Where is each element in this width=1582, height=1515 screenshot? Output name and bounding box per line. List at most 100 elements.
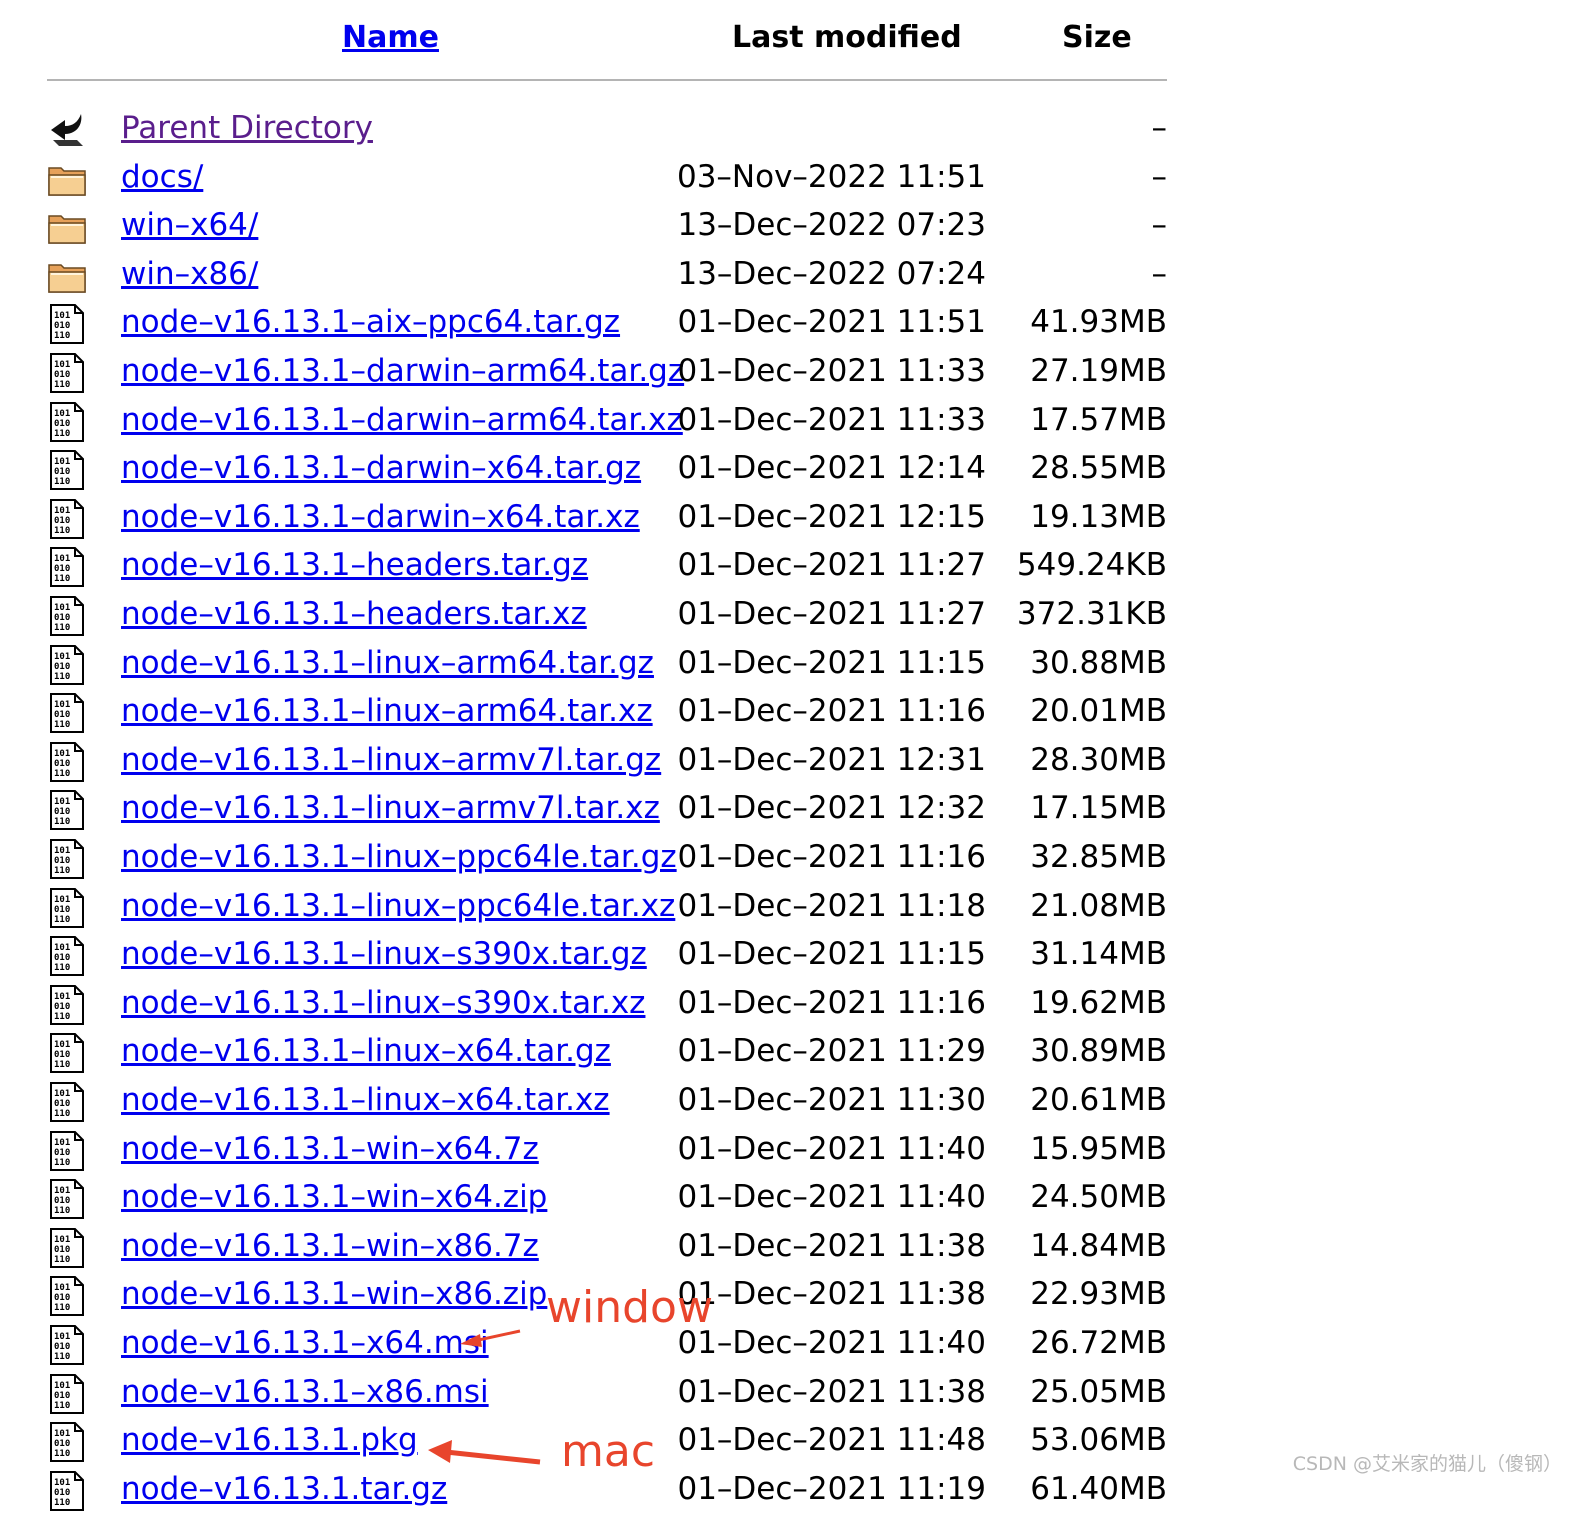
last-modified: 01–Dec–2021 11:33 xyxy=(677,353,986,389)
file-link[interactable]: node–v16.13.1.tar.gz xyxy=(121,1469,447,1509)
folder-icon xyxy=(47,207,87,247)
binary-file-icon: 101 010 110 xyxy=(47,1325,87,1365)
file-link[interactable]: node–v16.13.1–linux–arm64.tar.gz xyxy=(121,643,654,683)
file-listing: Parent Directory – docs/03–Nov–2022 11:51 –… xyxy=(0,0,1200,1511)
file-link[interactable]: node–v16.13.1–x64.msi xyxy=(121,1323,489,1363)
table-row: 101 010 110 node–v16.13.1–darwin–arm64.tar.… xyxy=(0,398,1200,446)
file-link[interactable]: node–v16.13.1–win–x64.zip xyxy=(121,1177,547,1217)
folder-icon xyxy=(47,159,87,199)
last-modified: 13–Dec–2022 07:23 xyxy=(677,207,986,244)
svg-text:010: 010 xyxy=(54,467,70,477)
svg-text:110: 110 xyxy=(54,1449,70,1459)
last-modified: 01–Dec–2021 11:18 xyxy=(677,887,986,924)
file-link[interactable]: node–v16.13.1–win–x86.7z xyxy=(121,1226,539,1266)
file-link[interactable]: node–v16.13.1–darwin–arm64.tar.gz xyxy=(121,351,684,391)
file-link[interactable]: node–v16.13.1–linux–armv7l.tar.gz xyxy=(121,740,661,780)
svg-text:010: 010 xyxy=(54,662,70,672)
table-row: 101 010 110 node–v16.13.1–linux–arm64.tar.x… xyxy=(0,689,1200,737)
last-modified: 01–Dec–2021 11:15 xyxy=(677,936,986,973)
file-size: 372.31KB xyxy=(1016,596,1167,632)
file-link[interactable]: docs/ xyxy=(121,157,203,197)
file-link[interactable]: node–v16.13.1–win–x86.zip xyxy=(121,1274,547,1314)
file-link[interactable]: node–v16.13.1–linux–arm64.tar.xz xyxy=(121,691,653,731)
table-row: 101 010 110 node–v16.13.1–darwin–x64.tar.xz… xyxy=(0,495,1200,543)
svg-text:101: 101 xyxy=(54,1429,70,1439)
svg-text:010: 010 xyxy=(54,613,70,623)
file-link[interactable]: node–v16.13.1–linux–armv7l.tar.xz xyxy=(121,788,660,828)
table-row: 101 010 110 node–v16.13.1–x86.msi 01–Dec–202… xyxy=(0,1370,1200,1418)
svg-text:110: 110 xyxy=(54,1158,70,1168)
last-modified: 01–Dec–2021 11:19 xyxy=(677,1470,986,1507)
binary-file-icon: 101 010 110 xyxy=(47,1033,87,1074)
table-row: 101 010 110 node–v16.13.1–win–x86.7z 01–Dec–… xyxy=(0,1224,1200,1272)
watermark: CSDN @艾米家的猫儿（傻钢） xyxy=(1292,1453,1562,1475)
folder-icon xyxy=(47,256,87,296)
table-row: 101 010 110 node–v16.13.1–linux–s390x.tar.x… xyxy=(0,981,1200,1029)
file-link[interactable]: node–v16.13.1–headers.tar.xz xyxy=(121,594,587,634)
file-link[interactable]: node–v16.13.1–darwin–x64.tar.gz xyxy=(121,448,641,488)
svg-text:101: 101 xyxy=(54,457,70,467)
file-link[interactable]: node–v16.13.1–aix–ppc64.tar.gz xyxy=(121,302,620,342)
file-size: 17.15MB xyxy=(1030,790,1167,827)
last-modified: 01–Dec–2021 11:40 xyxy=(677,1325,986,1361)
file-size: 20.61MB xyxy=(1030,1082,1167,1118)
binary-file-icon: 101 010 110 xyxy=(47,498,87,539)
last-modified: 01–Dec–2021 11:30 xyxy=(677,1082,986,1118)
svg-text:110: 110 xyxy=(54,380,70,390)
file-link[interactable]: node–v16.13.1–headers.tar.gz xyxy=(121,545,588,585)
file-link[interactable]: node–v16.13.1–linux–s390x.tar.xz xyxy=(121,983,645,1023)
svg-text:101: 101 xyxy=(54,895,70,905)
file-size: 31.14MB xyxy=(1030,936,1167,973)
svg-text:101: 101 xyxy=(54,506,70,516)
table-row: 101 010 110 node–v16.13.1–linux–ppc64le.tar… xyxy=(0,835,1200,883)
table-row: Parent Directory – xyxy=(0,106,1200,154)
binary-file-icon: 101 010 110 xyxy=(47,1373,87,1414)
last-modified: 01–Dec–2021 11:15 xyxy=(677,644,986,681)
file-size: 21.08MB xyxy=(1030,887,1167,924)
last-modified: 01–Dec–2021 11:38 xyxy=(677,1276,986,1313)
binary-file-icon: 101 010 110 xyxy=(47,1227,87,1268)
file-size: 27.19MB xyxy=(1030,353,1167,389)
svg-text:101: 101 xyxy=(54,554,70,564)
last-modified: 13–Dec–2022 07:24 xyxy=(677,255,986,292)
svg-text:010: 010 xyxy=(54,419,70,429)
file-link[interactable]: node–v16.13.1–linux–x64.tar.gz xyxy=(121,1031,611,1071)
binary-file-icon: 101 010 110 xyxy=(47,693,87,734)
file-size: 41.93MB xyxy=(1030,304,1167,341)
last-modified: 01–Dec–2021 11:16 xyxy=(677,693,986,730)
file-link[interactable]: node–v16.13.1.pkg xyxy=(121,1420,418,1460)
svg-text:110: 110 xyxy=(54,477,70,487)
svg-text:010: 010 xyxy=(54,1002,70,1012)
file-link[interactable]: node–v16.13.1–linux–s390x.tar.gz xyxy=(121,934,647,974)
table-row: 101 010 110 node–v16.13.1–linux–arm64.tar.g… xyxy=(0,641,1200,689)
binary-file-icon: 101 010 110 xyxy=(47,596,87,636)
binary-file-icon: 101 010 110 xyxy=(47,353,87,393)
last-modified: 01–Dec–2021 11:27 xyxy=(677,547,986,584)
file-link[interactable]: win–x86/ xyxy=(121,254,258,294)
file-link[interactable]: node–v16.13.1–x86.msi xyxy=(121,1372,489,1412)
svg-text:010: 010 xyxy=(54,564,70,574)
file-link[interactable]: node–v16.13.1–darwin–x64.tar.xz xyxy=(121,497,640,537)
file-size: 15.95MB xyxy=(1030,1130,1167,1167)
file-link[interactable]: Parent Directory xyxy=(121,108,373,148)
last-modified: 01–Dec–2021 11:27 xyxy=(677,596,986,632)
svg-text:101: 101 xyxy=(54,1381,70,1391)
binary-file-icon: 101 010 110 xyxy=(47,790,87,831)
svg-text:110: 110 xyxy=(54,526,70,536)
file-size: 28.30MB xyxy=(1030,741,1167,778)
svg-text:101: 101 xyxy=(54,992,70,1002)
svg-text:010: 010 xyxy=(54,1245,70,1255)
last-modified: 01–Dec–2021 12:14 xyxy=(677,450,986,487)
svg-text:101: 101 xyxy=(54,1040,70,1050)
file-link[interactable]: node–v16.13.1–linux–x64.tar.xz xyxy=(121,1080,610,1120)
file-link[interactable]: node–v16.13.1–linux–ppc64le.tar.gz xyxy=(121,837,677,877)
table-row: 101 010 110 node–v16.13.1–linux–armv7l.tar.… xyxy=(0,738,1200,786)
file-link[interactable]: node–v16.13.1–linux–ppc64le.tar.xz xyxy=(121,886,675,926)
file-link[interactable]: node–v16.13.1–win–x64.7z xyxy=(121,1129,539,1169)
file-link[interactable]: node–v16.13.1–darwin–arm64.tar.xz xyxy=(121,400,683,440)
svg-text:101: 101 xyxy=(54,360,70,370)
svg-text:010: 010 xyxy=(54,905,70,915)
file-size: 28.55MB xyxy=(1030,450,1167,487)
file-link[interactable]: win–x64/ xyxy=(121,205,258,245)
svg-text:101: 101 xyxy=(54,1235,70,1245)
